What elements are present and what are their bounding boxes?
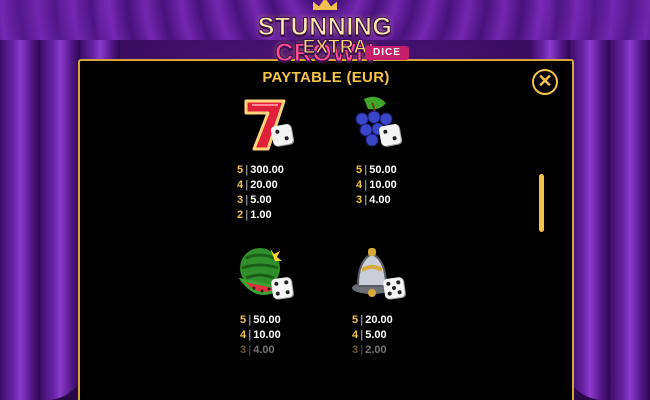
bell-dice-icon [348, 244, 408, 304]
pay-row: 5 | 50.00 [240, 314, 281, 326]
paytable-title: PAYTABLE (EUR) [262, 69, 390, 86]
grapes-dice-icon [346, 95, 406, 155]
paytable-panel: PAYTABLE (EUR) ✕ 5 | 300.00 4 | 20.00 3 | 5.00… [78, 59, 574, 400]
close-button[interactable]: ✕ [532, 69, 558, 95]
pay-row: 4 | 5.00 [352, 329, 387, 341]
grapes-paylist: 5 | 50.00 4 | 10.00 3 | 4.00 [356, 163, 397, 208]
pay-row: 5 | 300.00 [237, 164, 284, 176]
scrollbar-thumb[interactable] [539, 174, 544, 232]
watermelon-dice-icon [236, 244, 296, 304]
seven-paylist: 5 | 300.00 4 | 20.00 3 | 5.00 2 | 1.00 [237, 163, 284, 223]
pay-row: 5 | 20.00 [352, 314, 393, 326]
logo-dice-badge: DICE [365, 46, 409, 60]
bell-paylist: 5 | 20.00 4 | 5.00 3 | 2.00 [352, 313, 393, 358]
pay-row: 4 | 20.00 [237, 179, 278, 191]
watermelon-paylist: 5 | 50.00 4 | 10.00 3 | 4.00 [240, 313, 281, 358]
pay-row: 3 | 4.00 [356, 194, 391, 206]
close-x-icon: ✕ [537, 71, 553, 91]
seven-dice-icon [238, 95, 298, 155]
pay-row: 2 | 1.00 [237, 209, 272, 221]
pay-row: 4 | 10.00 [356, 179, 397, 191]
pay-row: 5 | 50.00 [356, 164, 397, 176]
pay-row: 3 | 5.00 [237, 194, 272, 206]
game-logo: STUNNING CROWN EXTRA DICE [205, 0, 445, 67]
pay-row: 3 | 4.00 [240, 344, 275, 356]
pay-row: 4 | 10.00 [240, 329, 281, 341]
pay-row: 3 | 2.00 [352, 344, 387, 356]
